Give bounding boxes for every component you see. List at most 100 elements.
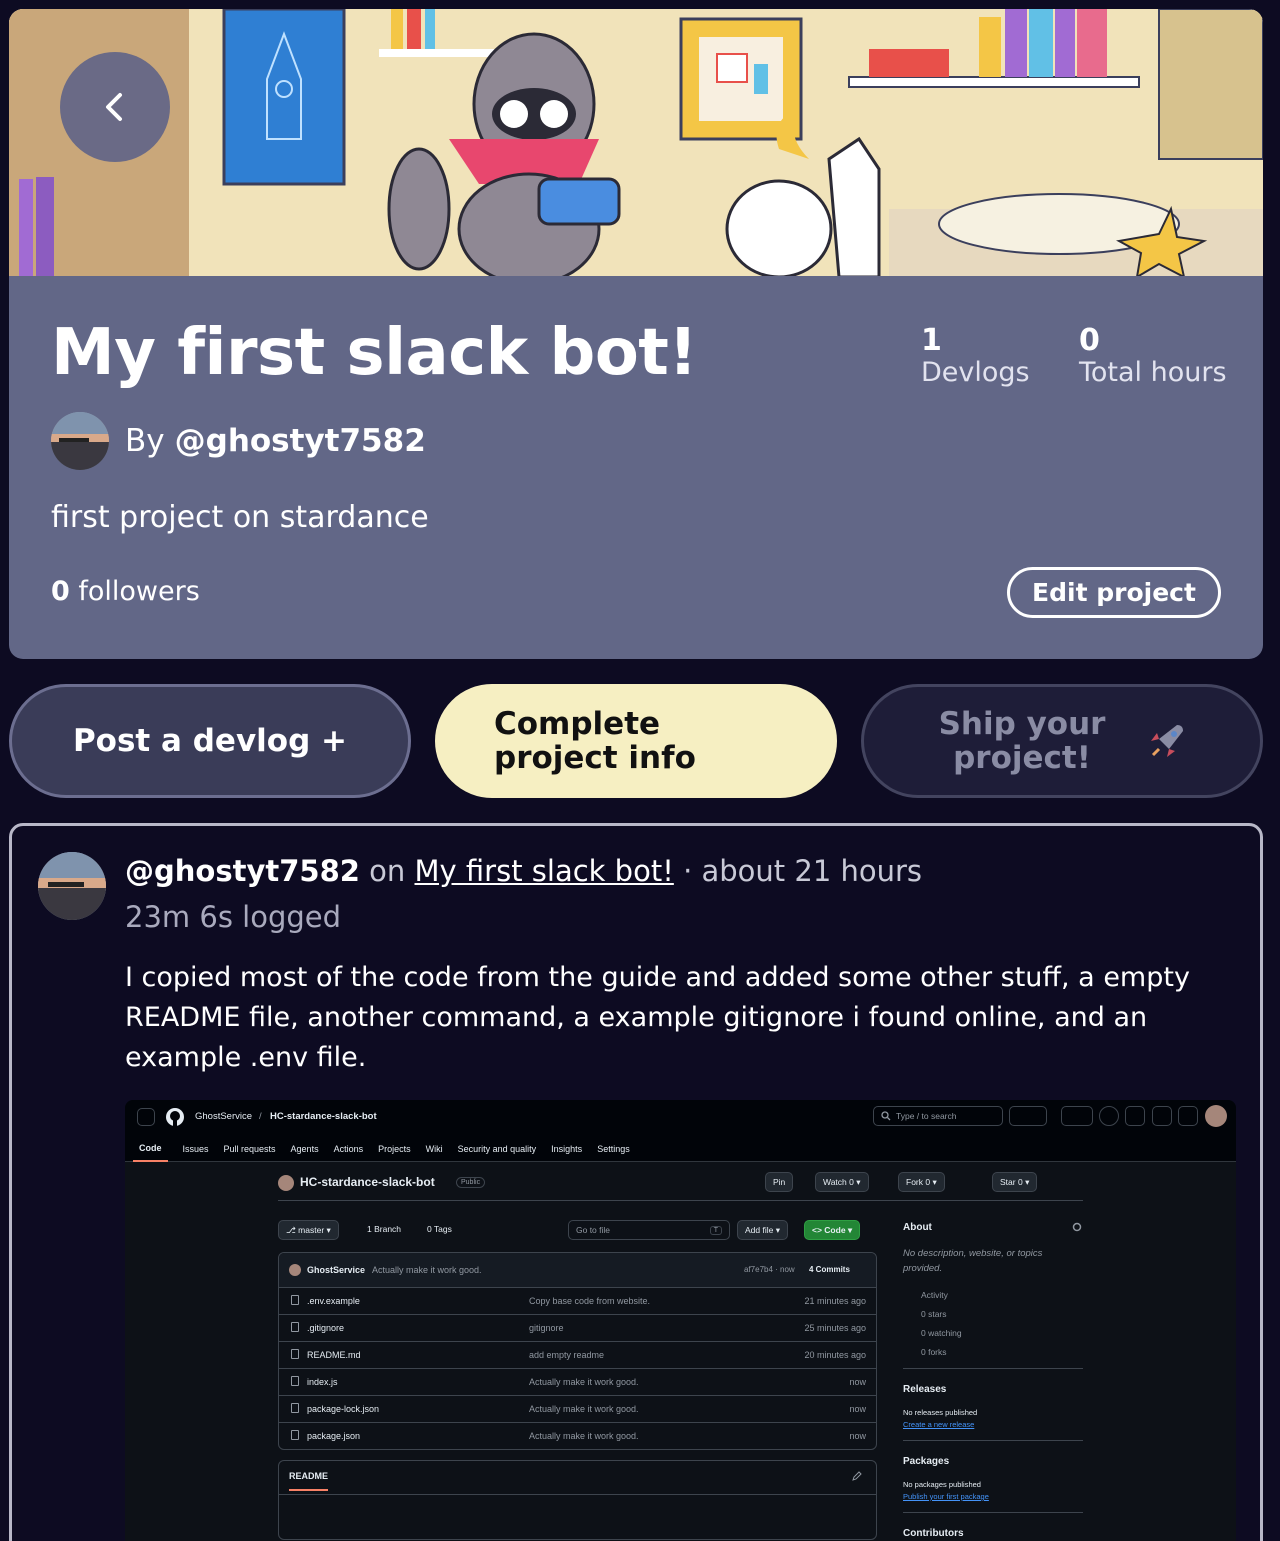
complete-project-info-label: Complete project info [494, 706, 696, 776]
branches-link[interactable]: 1 Branch [367, 1224, 401, 1234]
github-logo-icon [166, 1108, 184, 1126]
file-name[interactable]: .env.example [307, 1296, 360, 1306]
file-time: now [849, 1431, 866, 1441]
tab-agents[interactable]: Agents [291, 1144, 319, 1154]
file-icon [291, 1349, 299, 1359]
devlog-attachment-github-screenshot[interactable]: GhostService / HC-stardance-slack-bot Ty… [125, 1100, 1236, 1541]
tags-link[interactable]: 0 Tags [427, 1224, 452, 1234]
edit-project-button[interactable]: Edit project [1007, 567, 1221, 618]
pin-label: Pin [773, 1177, 786, 1187]
packages-title[interactable]: Packages [903, 1456, 949, 1467]
add-file-button[interactable]: Add file ▾ [737, 1220, 788, 1240]
file-time: 25 minutes ago [804, 1323, 866, 1333]
file-row[interactable]: package-lock.json Actually make it work g… [279, 1395, 876, 1422]
file-commit-message[interactable]: Copy base code from website. [529, 1296, 650, 1306]
file-row[interactable]: .env.example Copy base code from website.… [279, 1287, 876, 1314]
activity-link[interactable]: Activity [921, 1290, 948, 1300]
devlog-author[interactable]: @ghostyt7582 [125, 854, 360, 888]
file-row[interactable]: README.md add empty readme 20 minutes ago [279, 1341, 876, 1368]
tab-projects[interactable]: Projects [378, 1144, 411, 1154]
fork-button[interactable]: Fork 0 ▾ [898, 1172, 945, 1192]
file-row[interactable]: index.js Actually make it work good. now [279, 1368, 876, 1395]
watch-button[interactable]: Watch 0 ▾ [815, 1172, 869, 1192]
commits-link[interactable]: 4 Commits [809, 1265, 850, 1274]
stars-link[interactable]: 0 stars [921, 1309, 947, 1319]
github-path-separator: / [259, 1111, 262, 1122]
file-commit-message[interactable]: Actually make it work good. [529, 1377, 639, 1387]
back-button[interactable] [60, 52, 170, 162]
devlogs-label: Devlogs [921, 357, 1030, 388]
releases-title[interactable]: Releases [903, 1384, 946, 1395]
file-icon [291, 1295, 299, 1305]
file-name[interactable]: package.json [307, 1431, 360, 1441]
total-hours-label: Total hours [1079, 357, 1227, 388]
file-row[interactable]: .gitignore gitignore 25 minutes ago [279, 1314, 876, 1341]
github-repo-tabs: Code Issues Pull requests Agents Actions… [133, 1136, 630, 1162]
file-commit-message[interactable]: Actually make it work good. [529, 1404, 639, 1414]
file-table: GhostService Actually make it work good.… [278, 1252, 877, 1450]
github-search-placeholder: Type / to search [896, 1111, 957, 1121]
commit-hash[interactable]: af7e7b4 · now [744, 1265, 795, 1274]
author-avatar[interactable] [51, 412, 109, 470]
pin-button[interactable]: Pin [765, 1172, 794, 1192]
devlogs-count: 1 [921, 323, 942, 358]
tab-issues[interactable]: Issues [183, 1144, 209, 1154]
copilot-icon [1009, 1106, 1047, 1126]
file-commit-message[interactable]: add empty readme [529, 1350, 604, 1360]
divider [903, 1440, 1083, 1441]
ship-project-button[interactable]: Ship your project! [861, 684, 1263, 798]
total-hours-count: 0 [1079, 323, 1100, 358]
hamburger-icon [137, 1108, 155, 1126]
fork-label: Fork [906, 1177, 923, 1187]
readme-box: README [278, 1460, 877, 1540]
tab-actions[interactable]: Actions [334, 1144, 364, 1154]
file-name[interactable]: index.js [307, 1377, 338, 1387]
tab-insights[interactable]: Insights [551, 1144, 582, 1154]
file-commit-message[interactable]: Actually make it work good. [529, 1431, 639, 1441]
file-name[interactable]: package-lock.json [307, 1404, 379, 1414]
branch-name: master [298, 1225, 325, 1235]
tab-pull-requests[interactable]: Pull requests [224, 1144, 276, 1154]
code-button-label: Code [824, 1225, 846, 1235]
search-icon [881, 1111, 891, 1121]
forks-link[interactable]: 0 forks [921, 1347, 947, 1357]
file-row[interactable]: package.json Actually make it work good. n… [279, 1422, 876, 1449]
code-button[interactable]: <> Code ▾ [804, 1220, 861, 1240]
about-description: No description, website, or topics provi… [903, 1248, 1043, 1274]
watching-link[interactable]: 0 watching [921, 1328, 962, 1338]
pencil-icon[interactable] [852, 1471, 862, 1481]
commit-message[interactable]: Actually make it work good. [372, 1265, 482, 1275]
create-release-link[interactable]: Create a new release [903, 1420, 974, 1429]
star-label: Star [1000, 1177, 1016, 1187]
tab-wiki[interactable]: Wiki [426, 1144, 443, 1154]
devlog-project-link[interactable]: My first slack bot! [415, 854, 674, 888]
go-to-file-input[interactable]: Go to file T [568, 1220, 730, 1240]
divider [278, 1200, 1083, 1201]
author-handle[interactable]: @ghostyt7582 [175, 423, 426, 459]
branch-selector[interactable]: ⎇ master ▾ [278, 1220, 339, 1240]
gear-icon[interactable] [1072, 1222, 1082, 1232]
contributors-title[interactable]: Contributors [903, 1528, 964, 1539]
readme-tab[interactable]: README [289, 1471, 329, 1491]
file-name[interactable]: .gitignore [307, 1323, 344, 1333]
tab-settings[interactable]: Settings [597, 1144, 630, 1154]
project-description: first project on stardance [51, 500, 429, 535]
file-time: now [849, 1377, 866, 1387]
repos-icon [1152, 1106, 1172, 1126]
about-title: About [903, 1222, 932, 1233]
post-devlog-button[interactable]: Post a devlog + [9, 684, 411, 798]
devlog-author-avatar[interactable] [38, 852, 106, 920]
tab-code[interactable]: Code [133, 1137, 168, 1162]
file-commit-message[interactable]: gitignore [529, 1323, 564, 1333]
star-button[interactable]: Star 0 ▾ [992, 1172, 1038, 1192]
file-time: now [849, 1404, 866, 1414]
tab-security[interactable]: Security and quality [458, 1144, 537, 1154]
publish-package-link[interactable]: Publish your first package [903, 1492, 989, 1501]
github-user-avatar [1205, 1105, 1227, 1127]
file-name[interactable]: README.md [307, 1350, 361, 1360]
project-banner [9, 9, 1263, 277]
complete-project-info-button[interactable]: Complete project info [435, 684, 837, 798]
followers-number: 0 [51, 576, 70, 607]
commit-author[interactable]: GhostService [307, 1265, 365, 1275]
plus-icon [1061, 1106, 1093, 1126]
